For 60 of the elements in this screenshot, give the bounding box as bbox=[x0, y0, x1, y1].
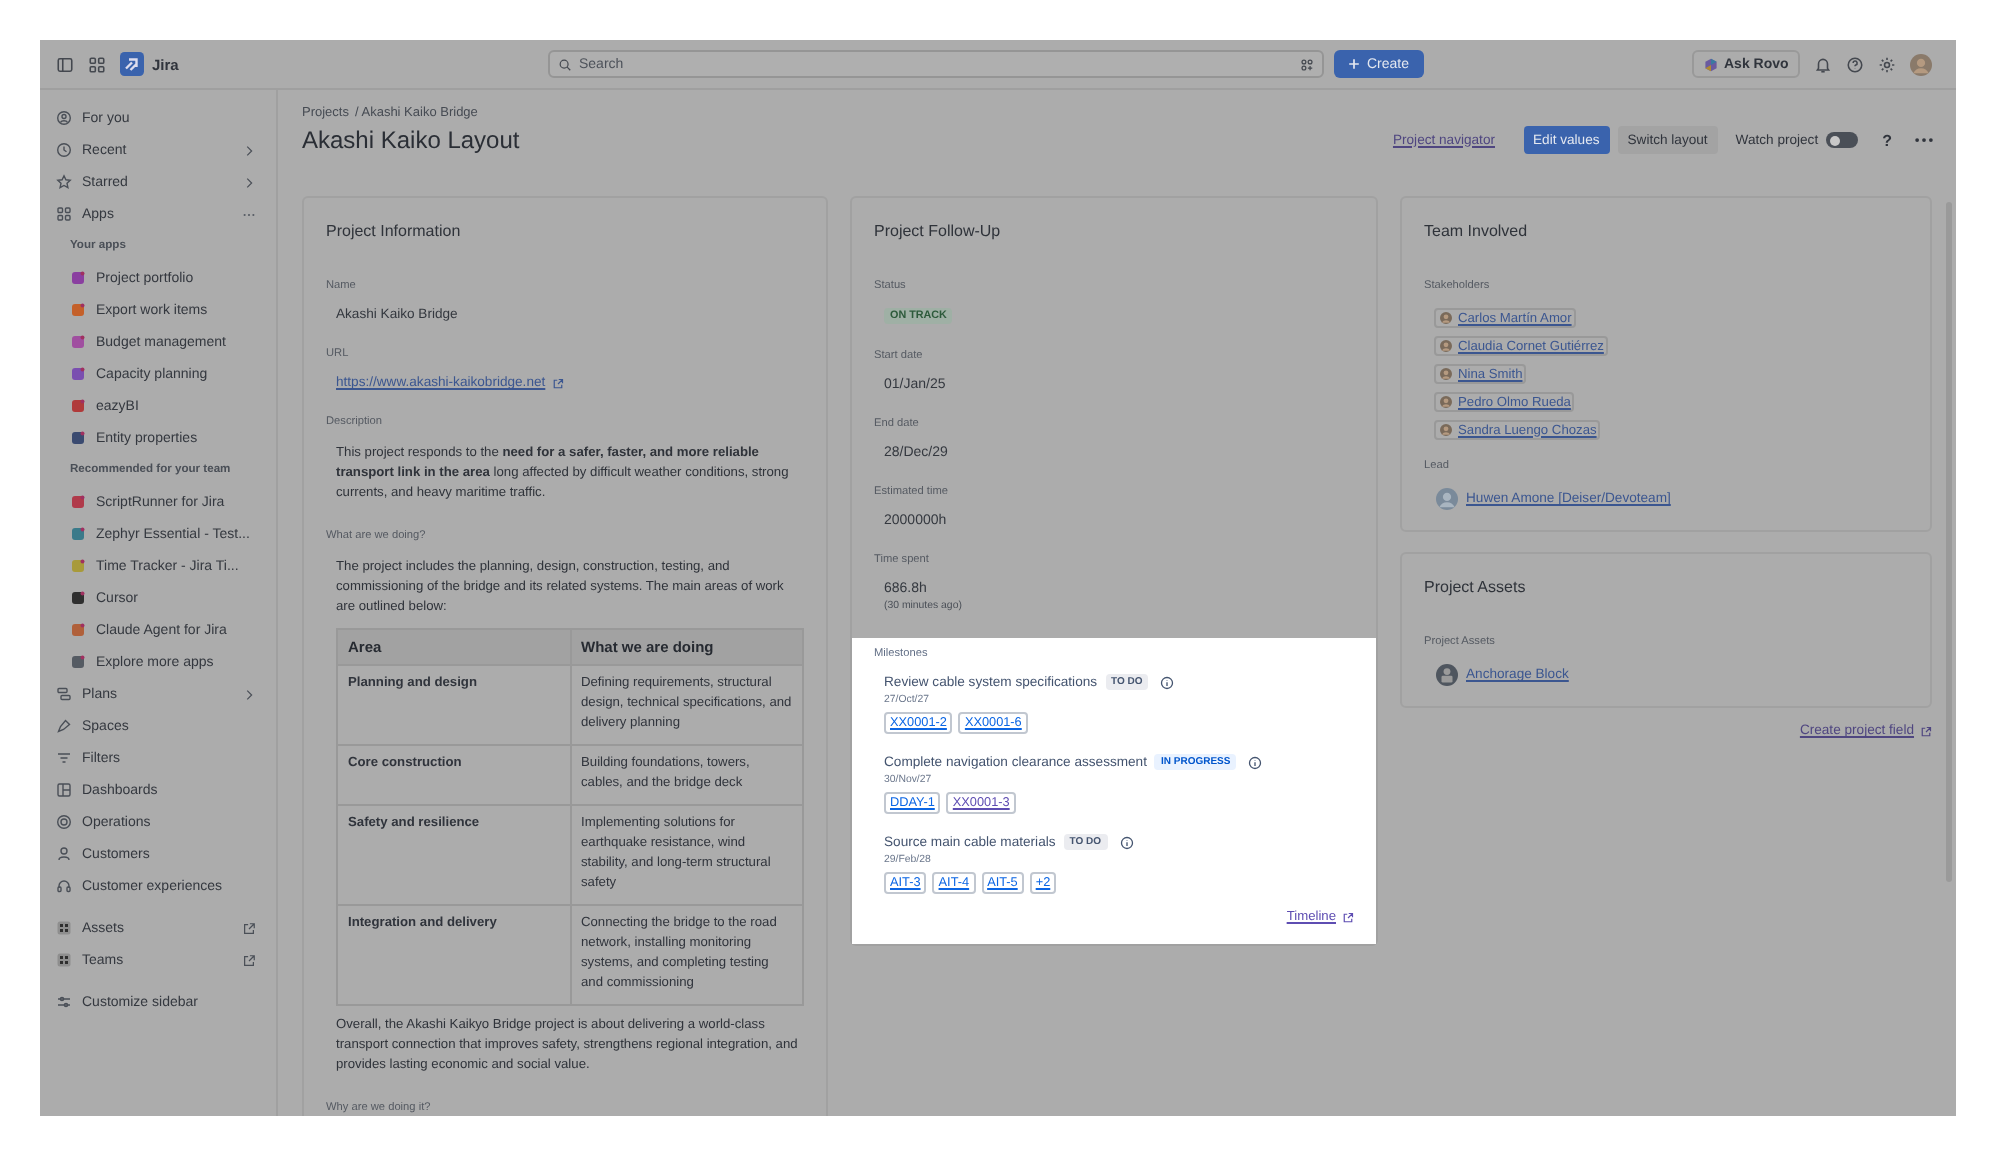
card-title: Project Assets bbox=[1424, 578, 1528, 596]
avatar bbox=[1440, 368, 1452, 380]
avatar bbox=[1440, 396, 1452, 408]
page-title: Akashi Kaiko Layout bbox=[302, 126, 520, 154]
dashboard-icon bbox=[56, 782, 72, 798]
app-logo-icon bbox=[70, 334, 86, 350]
external-link-icon bbox=[242, 921, 256, 935]
clock-icon bbox=[56, 142, 72, 158]
app-logo-icon bbox=[70, 558, 86, 574]
person-icon bbox=[56, 846, 72, 862]
filter-icon bbox=[56, 750, 72, 766]
watch-toggle[interactable] bbox=[1826, 132, 1859, 148]
filter-apps-icon[interactable] bbox=[1300, 57, 1315, 71]
app-logo-icon bbox=[70, 366, 86, 382]
headset-icon bbox=[56, 878, 72, 894]
avatar bbox=[1440, 340, 1452, 352]
app-logo-icon bbox=[70, 654, 86, 670]
avatar bbox=[1436, 488, 1458, 510]
asset-icon bbox=[1436, 664, 1458, 686]
star-icon bbox=[56, 174, 72, 190]
app-switcher-icon[interactable] bbox=[88, 55, 106, 73]
card-title: Project Follow-Up bbox=[874, 222, 1003, 240]
chevron-right-icon bbox=[242, 143, 256, 157]
app-logo-icon bbox=[70, 430, 86, 446]
sidebar-toggle-icon[interactable] bbox=[56, 55, 74, 73]
rovo-logo bbox=[1704, 57, 1718, 71]
search-icon bbox=[558, 57, 573, 71]
external-link-icon bbox=[551, 377, 564, 389]
chevron-right-icon bbox=[242, 687, 256, 701]
info-icon[interactable] bbox=[1160, 675, 1175, 689]
app-logo-icon bbox=[70, 270, 86, 286]
person-icon bbox=[56, 110, 72, 126]
app-logo-icon bbox=[70, 622, 86, 638]
bell-icon[interactable] bbox=[1814, 55, 1833, 73]
chevron-right-icon bbox=[242, 175, 256, 189]
apps-icon bbox=[56, 206, 72, 222]
external-link-icon bbox=[1920, 725, 1932, 737]
more-icon[interactable] bbox=[1914, 136, 1934, 144]
app-logo-icon bbox=[70, 526, 86, 542]
assets-icon bbox=[56, 920, 72, 936]
radar-icon bbox=[56, 814, 72, 830]
app-logo-icon bbox=[70, 590, 86, 606]
app-logo-icon bbox=[70, 494, 86, 510]
avatar bbox=[1440, 424, 1452, 436]
app-logo-icon bbox=[70, 302, 86, 318]
card-title: Team Involved bbox=[1424, 222, 1530, 240]
help-icon[interactable] bbox=[1846, 55, 1865, 73]
card-title: Project Information bbox=[326, 222, 463, 240]
app-logo-icon bbox=[70, 398, 86, 414]
plus-icon bbox=[1348, 58, 1361, 70]
avatar bbox=[1440, 312, 1452, 324]
settings-icon[interactable] bbox=[1878, 55, 1897, 73]
settings-icon bbox=[56, 994, 72, 1010]
info-icon[interactable] bbox=[1248, 755, 1263, 769]
jira-logo-icon[interactable] bbox=[120, 52, 144, 76]
external-link-icon bbox=[242, 953, 256, 967]
info-icon[interactable] bbox=[1119, 835, 1134, 849]
external-link-icon bbox=[1342, 911, 1354, 923]
help-button[interactable]: ? bbox=[1876, 131, 1898, 149]
list-icon bbox=[56, 686, 72, 702]
